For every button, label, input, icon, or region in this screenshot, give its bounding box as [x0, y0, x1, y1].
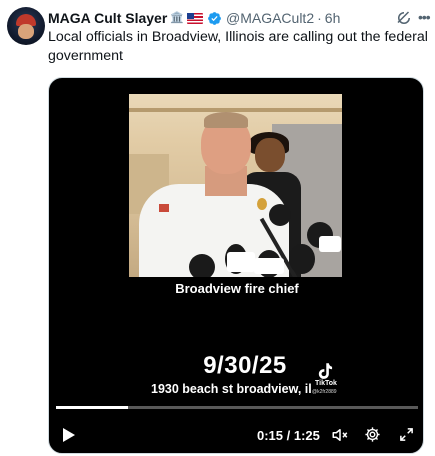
frame-woman-head [255, 138, 285, 172]
author-display-name[interactable]: MAGA Cult Slayer [48, 10, 167, 26]
video-progress-fill [56, 406, 129, 409]
video-caption: Broadview fire chief [175, 281, 299, 296]
video-player[interactable]: Broadview fire chief 9/30/25 TikTok @k2f… [48, 77, 424, 454]
frame-mic [189, 254, 215, 277]
avatar-face-shape [18, 24, 34, 39]
frame-chief-hair [204, 112, 248, 128]
frame-mic [289, 244, 315, 274]
more-options-icon[interactable]: ••• [418, 10, 432, 26]
tweet-header: MAGA Cult Slayer 🏛️ @MAGACult2 · 6h [48, 8, 340, 28]
frame-mic-flag [227, 252, 255, 272]
video-progress-bar[interactable] [56, 406, 418, 409]
tweet-timestamp[interactable]: 6h [325, 10, 341, 26]
video-date-overlay: 9/30/25 [203, 352, 287, 379]
tweet-card[interactable]: MAGA Cult Slayer 🏛️ @MAGACult2 · 6h ••• … [0, 0, 435, 456]
tweet-text: Local officials in Broadview, Illinois a… [48, 29, 428, 64]
grok-icon[interactable] [395, 9, 413, 27]
frame-mic [269, 204, 291, 226]
tiktok-watermark-label: TikTok [315, 380, 337, 387]
mute-icon[interactable] [331, 426, 349, 444]
us-flag-icon [186, 12, 203, 24]
tiktok-logo-icon [318, 363, 333, 379]
video-time-readout: 0:15 / 1:25 [257, 428, 320, 443]
frame-shoulder-patch [159, 204, 169, 212]
video-address-overlay: 1930 beach st broadview, il [151, 382, 312, 396]
frame-mic-flag [254, 258, 284, 274]
play-icon[interactable] [62, 427, 76, 443]
verified-badge-icon [208, 11, 221, 25]
tiktok-watermark-handle: @k2fr2889 [312, 389, 337, 395]
frame-mic-flag [319, 236, 341, 252]
author-handle[interactable]: @MAGACult2 [226, 10, 314, 26]
header-separator: · [317, 10, 322, 26]
video-frame[interactable] [129, 94, 342, 277]
author-avatar[interactable] [7, 7, 45, 45]
fullscreen-icon[interactable] [399, 427, 414, 442]
gear-icon[interactable] [364, 426, 381, 443]
frame-chest-badge [257, 198, 267, 210]
capitol-emoji: 🏛️ [170, 12, 184, 24]
frame-wall-stripe [129, 108, 342, 112]
